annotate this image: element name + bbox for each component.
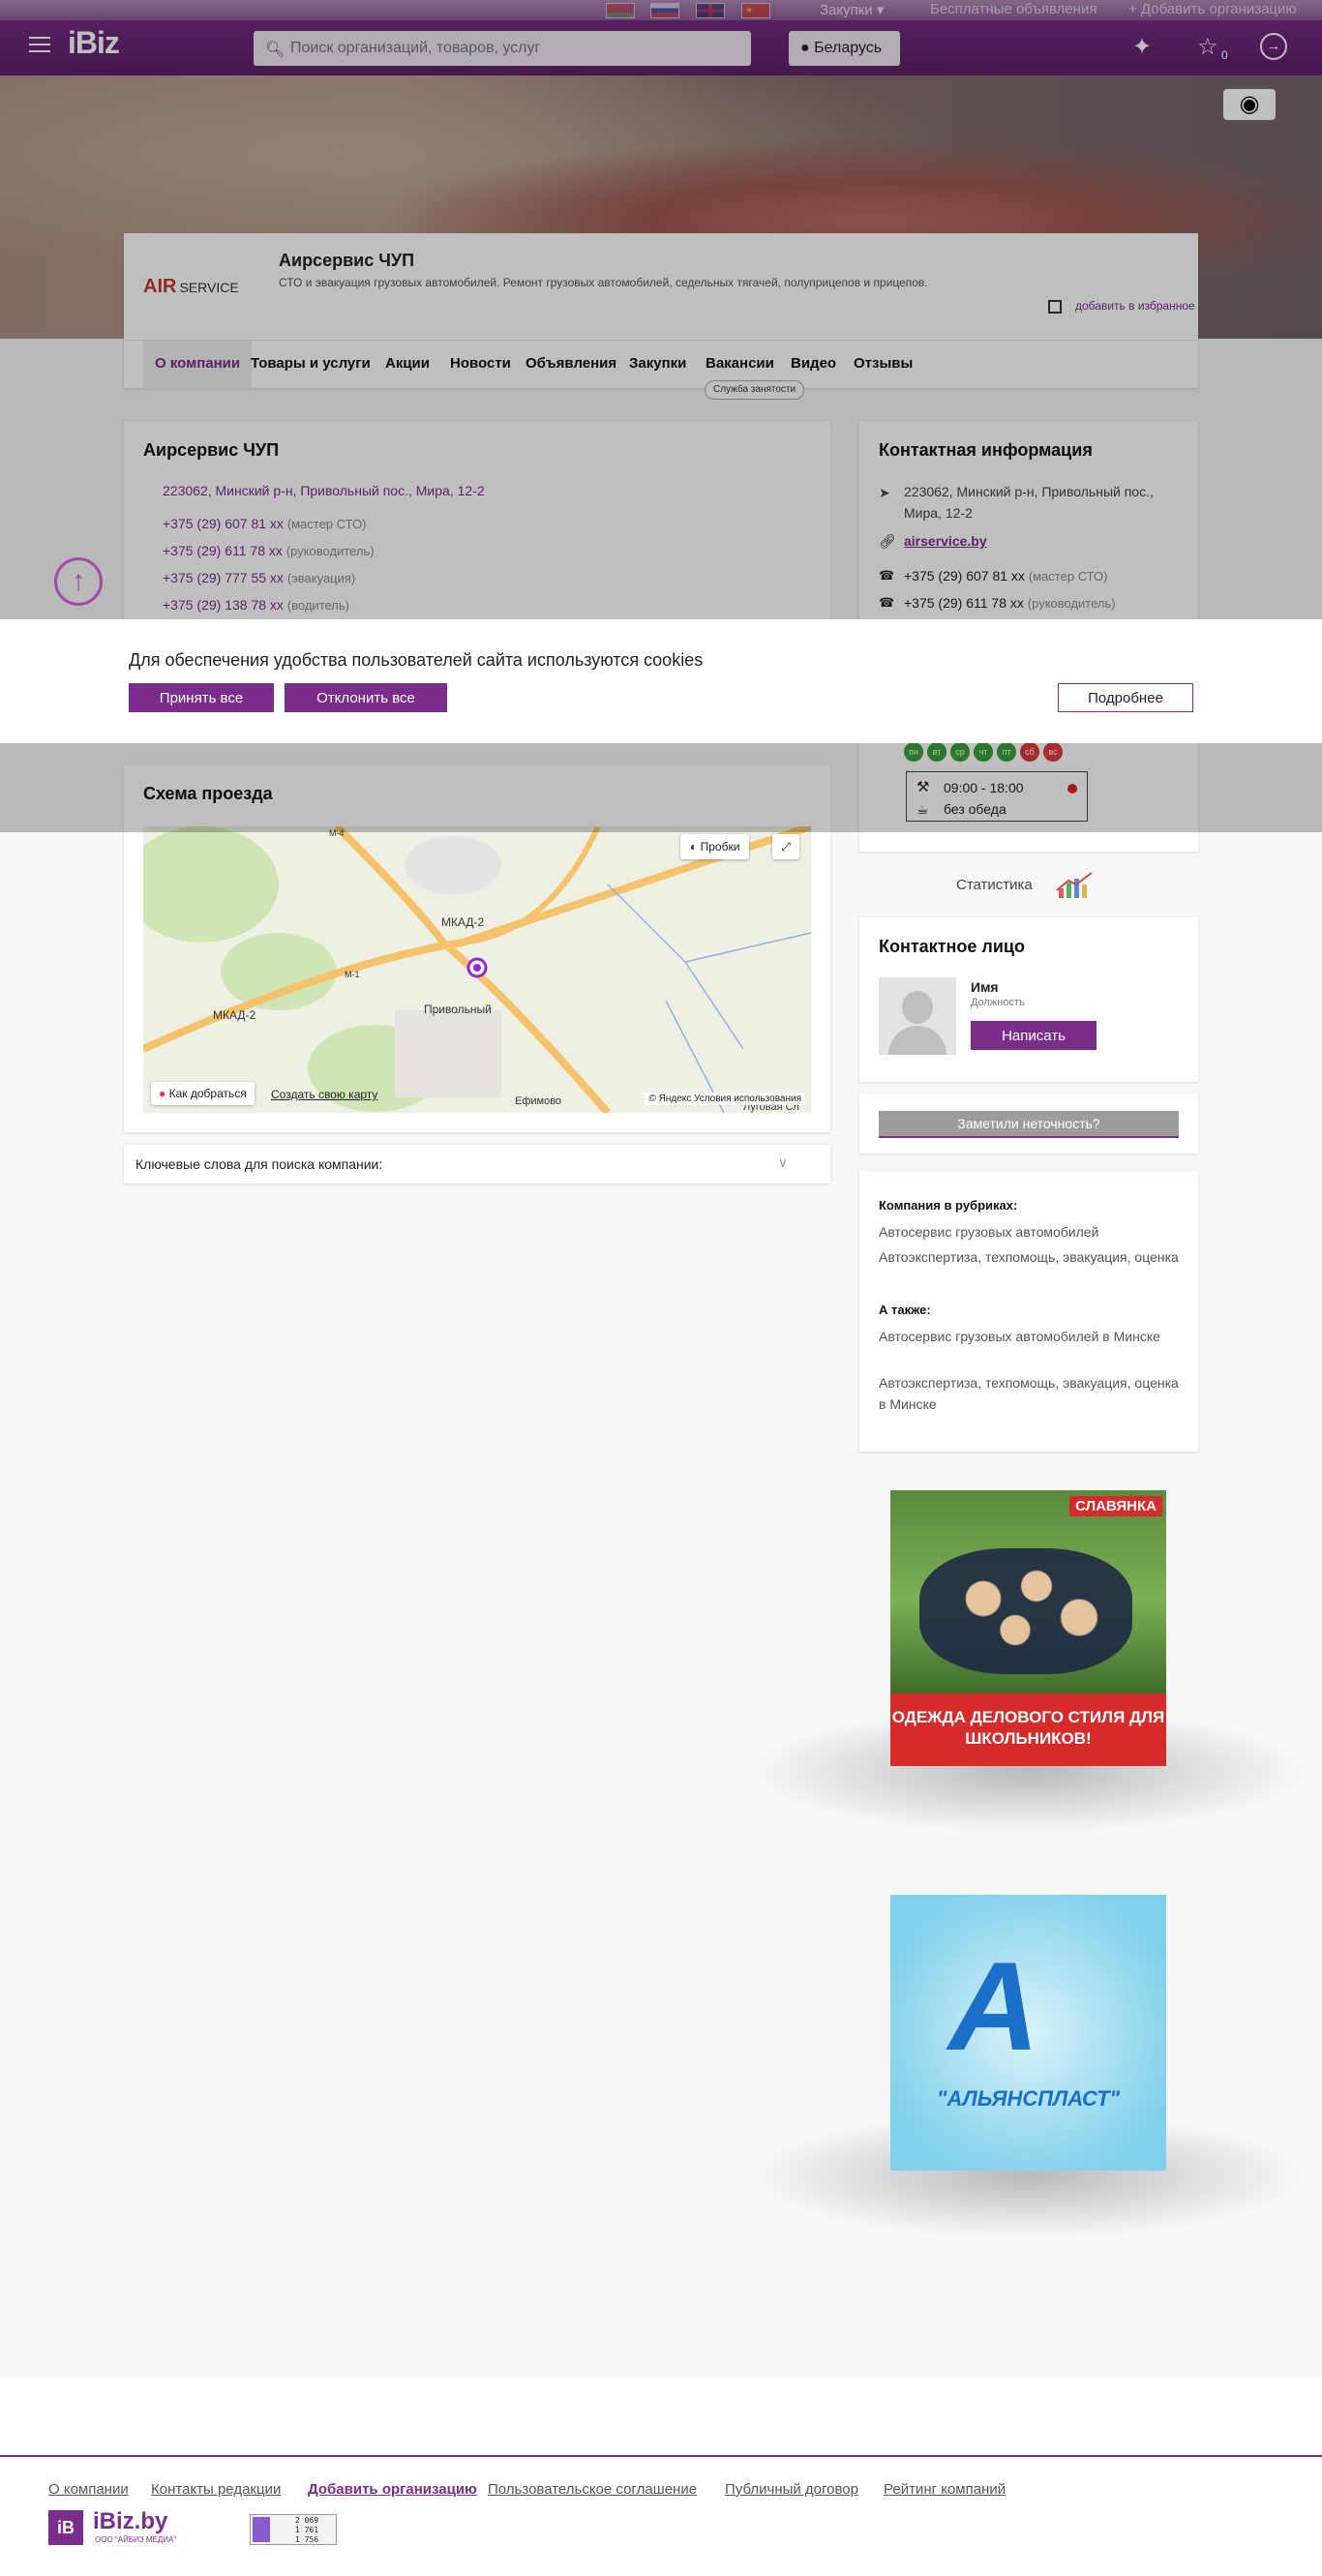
alliansplast-banner[interactable]: А "АЛЬЯНСПЛАСТ" <box>890 1895 1166 2171</box>
footer-link-about[interactable]: О компании <box>48 2481 129 2498</box>
cookie-banner: Для обеспечения удобства пользователей с… <box>0 619 1322 743</box>
map-label: МКАД-2 <box>441 915 485 929</box>
footer-link-rating[interactable]: Рейтинг компаний <box>884 2481 1006 2498</box>
banner-company-name: "АЛЬЯНСПЛАСТ" <box>937 2086 1120 2111</box>
avatar <box>879 977 956 1055</box>
person-position: Должность <box>971 997 1025 1008</box>
footer-link-editorial[interactable]: Контакты редакции <box>151 2481 281 2498</box>
alliansplast-logo-icon: А <box>948 1935 1039 2077</box>
traffic-icon: ◐ <box>690 840 698 854</box>
rubric-link[interactable]: Автосервис грузовых автомобилей <box>879 1221 1179 1243</box>
contact-person-title: Контактное лицо <box>879 937 1025 956</box>
footer-link-agreement[interactable]: Пользовательское соглашение <box>488 2481 697 2498</box>
banner-slogan: ОДЕЖДА ДЕЛОВОГО СТИЛЯ ДЛЯ ШКОЛЬНИКОВ! <box>890 1693 1166 1766</box>
keywords-label: Ключевые слова для поиска компании: <box>135 1156 383 1172</box>
footer-logo-icon[interactable]: iB <box>48 2510 83 2545</box>
rubric-link[interactable]: Автоэкспертиза, техпомощь, эвакуация, оц… <box>879 1372 1179 1415</box>
footer-company: ООО "АЙБИЗ МЕДИА" <box>95 2535 177 2544</box>
person-name: Имя <box>971 979 999 995</box>
statistics-chart-icon[interactable] <box>1055 871 1097 900</box>
route-button[interactable]: ● Как добраться <box>151 1082 255 1105</box>
map-copyright[interactable]: © Яндекс Условия использования <box>645 1093 805 1105</box>
keywords-accordion[interactable]: Ключевые слова для поиска компании: ∨ <box>124 1145 830 1183</box>
map-label: Привольный <box>424 1003 492 1016</box>
cookie-text: Для обеспечения удобства пользователей с… <box>129 650 704 670</box>
footer-logo[interactable]: iBiz.by <box>93 2508 167 2535</box>
map-label: М-1 <box>345 970 360 979</box>
chevron-down-icon: ∨ <box>777 1154 788 1170</box>
report-inaccuracy-button[interactable]: Заметили неточность? <box>879 1111 1179 1138</box>
decline-all-button[interactable]: Отклонить все <box>285 683 447 712</box>
footer: О компании Контакты редакции Добавить ор… <box>0 2379 1322 2576</box>
write-button[interactable]: Написать <box>971 1021 1097 1050</box>
school-uniform-banner[interactable]: СЛАВЯНКА ОДЕЖДА ДЕЛОВОГО СТИЛЯ ДЛЯ ШКОЛЬ… <box>890 1490 1166 1766</box>
counter-icon <box>253 2517 270 2542</box>
rubric-link[interactable]: Автосервис грузовых автомобилей в Минске <box>879 1326 1179 1347</box>
banner-brand: СЛАВЯНКА <box>1069 1496 1162 1516</box>
footer-link-public-contract[interactable]: Публичный договор <box>725 2481 858 2498</box>
create-map-link[interactable]: Создать свою карту <box>271 1088 377 1101</box>
inaccuracy-panel: Заметили неточность? <box>859 1093 1198 1153</box>
footer-link-add-org[interactable]: Добавить организацию <box>308 2481 477 2498</box>
map-label: Ефимово <box>515 1095 562 1107</box>
also-title: А также: <box>879 1303 931 1317</box>
rubric-link[interactable]: Автоэкспертиза, техпомощь, эвакуация, оц… <box>879 1246 1179 1268</box>
accept-all-button[interactable]: Принять все <box>129 683 274 712</box>
statistics-link[interactable]: Статистика <box>956 877 1033 893</box>
map-pin-icon: ● <box>159 1087 166 1100</box>
more-info-button[interactable]: Подробнее <box>1058 683 1193 712</box>
scroll-up-icon[interactable]: ↑ <box>54 557 103 606</box>
footer-divider <box>0 2455 1322 2457</box>
traffic-button[interactable]: ◐ Пробки <box>680 834 750 859</box>
map-label: МКАД-2 <box>213 1008 256 1022</box>
yandex-map[interactable]: МКАД-2 МКАД-2 М-4 М-1 Привольный Ефимово… <box>143 826 811 1113</box>
rubrics-panel: Компания в рубриках: Автосервис грузовых… <box>859 1171 1198 1452</box>
map-roads <box>143 826 811 1113</box>
banner-photo <box>919 1548 1132 1674</box>
rubrics-title: Компания в рубриках: <box>879 1198 1018 1213</box>
visit-counter[interactable]: 2 069 1 761 1 756 <box>250 2514 337 2545</box>
fullscreen-icon[interactable]: ⤢ <box>772 834 799 859</box>
contact-person-panel: Контактное лицо Имя Должность Написать <box>859 917 1198 1082</box>
